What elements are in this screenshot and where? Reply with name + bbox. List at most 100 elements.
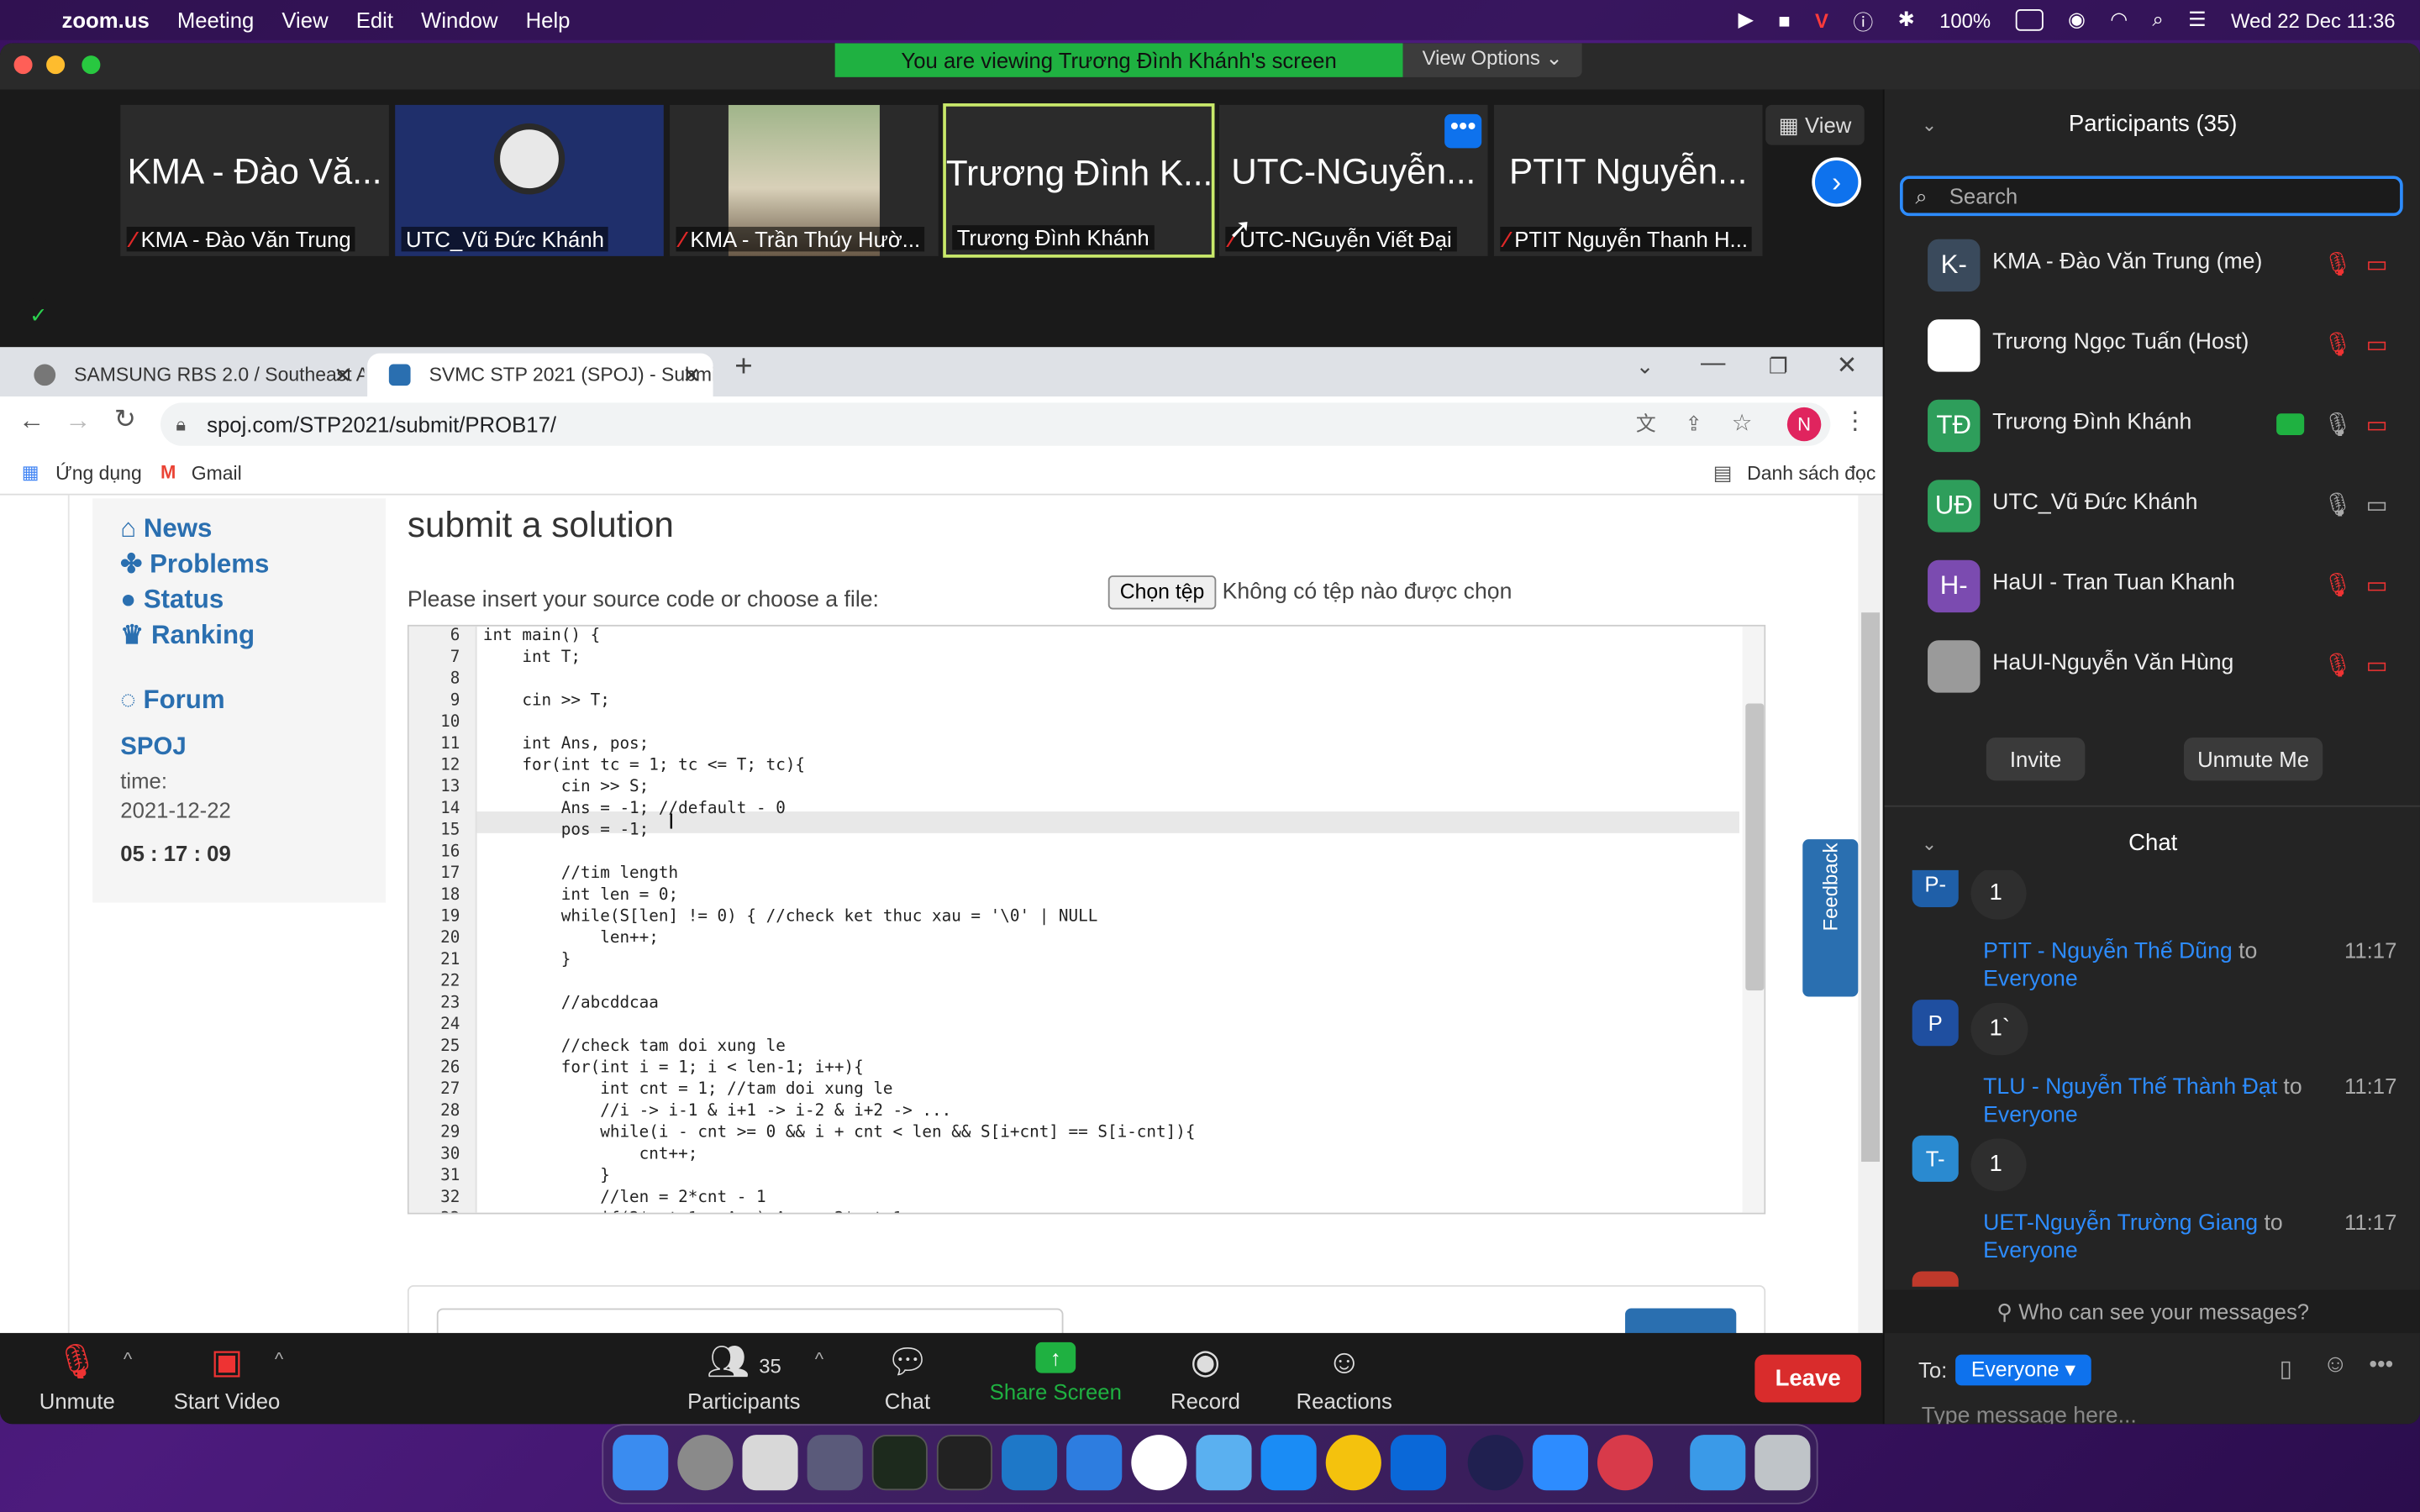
menu-window[interactable]: Window (421, 8, 497, 32)
leave-button[interactable]: Leave (1754, 1354, 1862, 1403)
eclipse-icon[interactable] (1467, 1435, 1523, 1491)
language-select[interactable] (436, 1308, 1064, 1335)
menubar-clock[interactable]: Wed 22 Dec 11:36 (2231, 8, 2396, 32)
participants-search-input[interactable]: ⌕ Search (1899, 176, 2403, 217)
vivaldi-icon[interactable]: V (1815, 8, 1828, 32)
participant-thumbnail[interactable]: KMA - Đào Vă... ⁄ KMA - Đào Văn Trung (120, 104, 389, 256)
minimize-icon[interactable]: — (1701, 350, 1725, 378)
close-tab-icon[interactable]: ✕ (682, 354, 701, 396)
control-center-icon[interactable]: ☰ (2188, 8, 2206, 32)
video-options-chevron-icon[interactable]: ^ (275, 1348, 283, 1370)
participant-thumbnail[interactable]: PTIT Nguyễn... ⁄ PTIT Nguyễn Thanh H... (1493, 104, 1763, 256)
finder-icon[interactable] (613, 1435, 669, 1491)
participant-row[interactable]: TĐ Trương Đình Khánh 🎙︎ ▭ (1885, 389, 2420, 470)
address-bar[interactable]: 🔒︎ spoj.com/STP2021/submit/PROB17/ 文 ⇪ ☆ (160, 402, 1831, 446)
close-window-button[interactable] (13, 55, 33, 75)
chat-recipient-dropdown[interactable]: Everyone ▾ (1955, 1354, 2091, 1386)
menu-app-name[interactable]: zoom.us (61, 8, 149, 32)
share-icon[interactable]: ⇪ (1686, 402, 1702, 445)
close-browser-icon[interactable]: ✕ (1837, 350, 1858, 381)
launchpad-icon[interactable] (807, 1435, 863, 1491)
participants-chevron-icon[interactable]: ^ (815, 1348, 823, 1370)
spoj-brand[interactable]: SPOJ (120, 734, 186, 762)
reload-icon[interactable]: ↻ (114, 404, 136, 435)
preview-icon[interactable] (742, 1435, 798, 1491)
bluetooth-icon[interactable]: ✱ (1898, 8, 1915, 32)
back-arrow-icon[interactable]: ← (18, 406, 45, 437)
share-screen-button[interactable]: ↑ Share Screen (987, 1341, 1123, 1404)
trash-icon[interactable] (1754, 1435, 1811, 1491)
chrome-icon[interactable] (1325, 1435, 1381, 1491)
font-book-icon[interactable] (1131, 1435, 1187, 1491)
fullscreen-window-button[interactable] (82, 55, 101, 75)
info-icon[interactable]: ⓘ (1853, 5, 1873, 34)
participant-thumbnail[interactable]: UTC_Vũ Đức Khánh (395, 104, 664, 256)
zalo-icon[interactable] (1390, 1435, 1446, 1491)
choose-file-button[interactable]: Chọn tệp (1107, 575, 1217, 610)
sender-name[interactable]: TLU - Nguyễn Thế Thành Đạt (1983, 1075, 2277, 1100)
mail-icon[interactable] (1196, 1435, 1252, 1491)
zoom-status-icon[interactable]: ▶ (1738, 8, 1753, 32)
more-options-button[interactable]: ••• (1444, 113, 1482, 149)
battery-icon[interactable] (2015, 9, 2044, 31)
search-icon[interactable]: ⌕ (2152, 8, 2163, 32)
invite-button[interactable]: Invite (1986, 737, 2086, 781)
participant-thumbnail[interactable]: ⁄ KMA - Trần Thúy Hườ... (670, 104, 939, 256)
feedback-button[interactable]: Feedback (1802, 839, 1859, 997)
next-page-arrow-icon[interactable]: › (1812, 157, 1862, 207)
participant-thumbnail-active[interactable]: Trương Đình K... Trương Đình Khánh (943, 103, 1215, 258)
terminal-icon[interactable] (936, 1435, 992, 1491)
minimize-window-button[interactable] (46, 55, 66, 75)
new-tab-icon[interactable]: + (734, 350, 752, 386)
record-button[interactable]: ◉ Record (1167, 1342, 1244, 1413)
participants-button[interactable]: 👥︎ 35 Participants (685, 1342, 802, 1413)
editor-scrollbar-thumb[interactable] (1745, 703, 1765, 991)
xcode-icon[interactable] (1066, 1435, 1123, 1491)
nav-ranking[interactable]: ♛ Ranking (120, 620, 255, 651)
forward-arrow-icon[interactable]: → (65, 406, 91, 437)
system-preferences-icon[interactable] (677, 1435, 734, 1491)
tab-search-chevron-icon[interactable]: ⌄ (1636, 354, 1655, 380)
close-tab-icon[interactable]: ✕ (334, 354, 352, 396)
start-video-button[interactable]: ▣ Start Video (170, 1342, 284, 1413)
unmute-me-button[interactable]: Unmute Me (2183, 737, 2323, 781)
chat-message-input[interactable]: Type message here... (1922, 1404, 2137, 1424)
audio-options-chevron-icon[interactable]: ^ (124, 1348, 132, 1370)
participant-row[interactable]: H- HaUI - Tran Tuan Khanh 🎙︎ ▭ (1885, 549, 2420, 630)
view-options-button[interactable]: View Options ⌄ (1402, 43, 1582, 77)
nav-forum[interactable]: ◌ Forum (120, 685, 224, 716)
chrome-menu-icon[interactable]: ⋮ (1843, 406, 1867, 437)
unmute-button[interactable]: 🎙︎ Unmute (31, 1342, 124, 1413)
nav-news[interactable]: ⌂ News (120, 514, 212, 545)
bookmark-star-icon[interactable]: ☆ (1732, 402, 1753, 445)
more-icon[interactable]: ••• (2369, 1352, 2393, 1378)
participant-row[interactable]: HaUI-Nguyễn Văn Hùng 🎙︎ ▭ (1885, 629, 2420, 710)
who-can-see-messages-link[interactable]: ⚲ Who can see your messages? (1884, 1289, 2420, 1333)
encryption-shield-icon[interactable]: ✓ (21, 297, 56, 332)
chat-button[interactable]: 💬︎ Chat (874, 1342, 942, 1413)
submit-button[interactable] (1625, 1308, 1737, 1335)
gallery-view-button[interactable]: ▦ View (1765, 104, 1865, 145)
menu-help[interactable]: Help (526, 8, 571, 32)
menu-view[interactable]: View (281, 8, 328, 32)
folder-icon[interactable] (1690, 1435, 1746, 1491)
file-attach-icon[interactable]: ▯ (2280, 1355, 2292, 1382)
sender-name[interactable]: PTIT - Nguyễn Thế Dũng (1983, 940, 2233, 964)
participant-row[interactable]: UĐ UTC_Vũ Đức Khánh 🎙︎ ▭ (1885, 469, 2420, 549)
wifi-icon[interactable]: ◠ (2110, 8, 2128, 32)
vscode-icon[interactable] (1002, 1435, 1058, 1491)
restore-icon[interactable]: ❐ (1769, 354, 1788, 380)
translate-icon[interactable]: 文 (1636, 402, 1656, 445)
menu-meeting[interactable]: Meeting (177, 8, 254, 32)
participant-row[interactable]: K- KMA - Đào Văn Trung (me) 🎙︎ ▭ (1885, 228, 2420, 309)
zoom-icon[interactable] (1532, 1435, 1588, 1491)
menu-edit[interactable]: Edit (356, 8, 393, 32)
participant-thumbnail[interactable]: UTC-NGuyễn... ••• ⁄ UTC-NGuyễn Viết Đại (1218, 104, 1488, 256)
page-scrollbar-thumb[interactable] (1861, 612, 1881, 1163)
browser-tab-active[interactable]: SVMC STP 2021 (SPOJ) - Submit ✕ (367, 353, 713, 397)
app-store-icon[interactable] (1260, 1435, 1317, 1491)
airmail-icon[interactable] (1597, 1435, 1654, 1491)
bookmark-gmail[interactable]: Gmail (192, 463, 242, 485)
reading-list[interactable]: Danh sách đọc (1747, 463, 1876, 485)
activity-monitor-icon[interactable] (871, 1435, 928, 1491)
